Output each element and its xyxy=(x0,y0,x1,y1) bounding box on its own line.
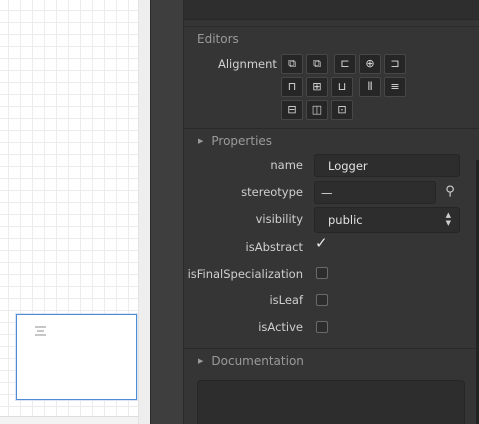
visibility-select[interactable]: public ▲ ▼ xyxy=(314,207,460,233)
documentation-section-header[interactable]: ▶ Documentation xyxy=(184,348,479,372)
isabstract-label: isAbstract xyxy=(245,240,303,254)
bring-to-front-icon: ⧉ xyxy=(313,57,321,70)
checkmark-icon: ✓ xyxy=(315,234,328,252)
search-icon: ⚲ xyxy=(445,184,455,199)
align-right-icon: ⊐ xyxy=(390,57,400,70)
canvas-splitter[interactable] xyxy=(138,0,150,424)
align-center-button[interactable]: ⊕ xyxy=(359,54,381,74)
align-bottom-icon: ⊔ xyxy=(337,80,347,93)
navigator-minimap[interactable] xyxy=(16,314,137,400)
isleaf-checkbox[interactable] xyxy=(316,294,328,306)
isfinalspecialization-checkbox[interactable] xyxy=(316,267,328,279)
align-left-button[interactable]: ⊏ xyxy=(334,54,356,74)
isactive-checkbox[interactable] xyxy=(316,321,328,333)
panel-top-bar xyxy=(184,0,479,20)
isleaf-label: isLeaf xyxy=(269,293,303,307)
name-field[interactable] xyxy=(314,154,460,177)
align-middle-icon: ⊞ xyxy=(312,80,322,93)
sidebar-gutter xyxy=(150,0,183,424)
editors-section-header: Editors xyxy=(184,26,479,50)
align-top-icon: ⊓ xyxy=(287,80,297,93)
isfinalspecialization-label: isFinalSpecialization xyxy=(187,267,303,281)
stereotype-label: stereotype xyxy=(241,185,303,199)
align-top-button[interactable]: ⊓ xyxy=(281,77,303,97)
documentation-title: Documentation xyxy=(211,353,304,368)
editors-panel: Editors Alignment ⧉ ⧉ ⊏ ⊕ ⊐ ⊓ ⊞ ⊔ ⦀ ≡ ⊟ … xyxy=(183,0,479,424)
align-middle-button[interactable]: ⊞ xyxy=(306,77,328,97)
space-equally-horizontal-button[interactable]: ⦀ xyxy=(359,77,381,97)
space-equally-horizontal-icon: ⦀ xyxy=(367,80,373,93)
stereotype-field[interactable] xyxy=(314,181,436,204)
canvas-horizontal-scrollbar[interactable] xyxy=(0,416,150,424)
set-size-equally-icon: ⊡ xyxy=(337,103,347,116)
align-center-icon: ⊕ xyxy=(365,57,375,70)
properties-section-header[interactable]: ▶ Properties xyxy=(184,128,479,152)
expand-caret-icon: ▶ xyxy=(198,136,204,145)
space-equally-vertical-button[interactable]: ≡ xyxy=(384,77,406,97)
send-to-back-button[interactable]: ⧉ xyxy=(281,54,303,74)
set-height-equally-button[interactable]: ◫ xyxy=(306,100,328,120)
name-label: name xyxy=(270,158,303,172)
isactive-label: isActive xyxy=(258,320,303,334)
send-to-back-icon: ⧉ xyxy=(288,57,296,70)
properties-title: Properties xyxy=(211,133,273,148)
space-equally-vertical-icon: ≡ xyxy=(390,80,400,93)
select-arrows-icon: ▲ ▼ xyxy=(445,211,451,227)
bring-to-front-button[interactable]: ⧉ xyxy=(306,54,328,74)
expand-caret-icon: ▶ xyxy=(198,356,204,365)
align-bottom-button[interactable]: ⊔ xyxy=(331,77,353,97)
visibility-value: public xyxy=(328,213,363,227)
minimap-element-icon xyxy=(35,326,46,339)
alignment-label: Alignment xyxy=(218,57,277,71)
visibility-label: visibility xyxy=(255,212,303,226)
align-right-button[interactable]: ⊐ xyxy=(384,54,406,74)
stereotype-search-button[interactable]: ⚲ xyxy=(440,181,460,203)
set-width-equally-button[interactable]: ⊟ xyxy=(281,100,303,120)
set-size-equally-button[interactable]: ⊡ xyxy=(331,100,353,120)
isabstract-checkbox[interactable]: ✓ xyxy=(315,234,328,252)
editors-title: Editors xyxy=(197,31,239,46)
set-height-equally-icon: ◫ xyxy=(311,103,323,116)
align-left-icon: ⊏ xyxy=(340,57,350,70)
documentation-textarea[interactable] xyxy=(197,380,465,424)
set-width-equally-icon: ⊟ xyxy=(287,103,297,116)
